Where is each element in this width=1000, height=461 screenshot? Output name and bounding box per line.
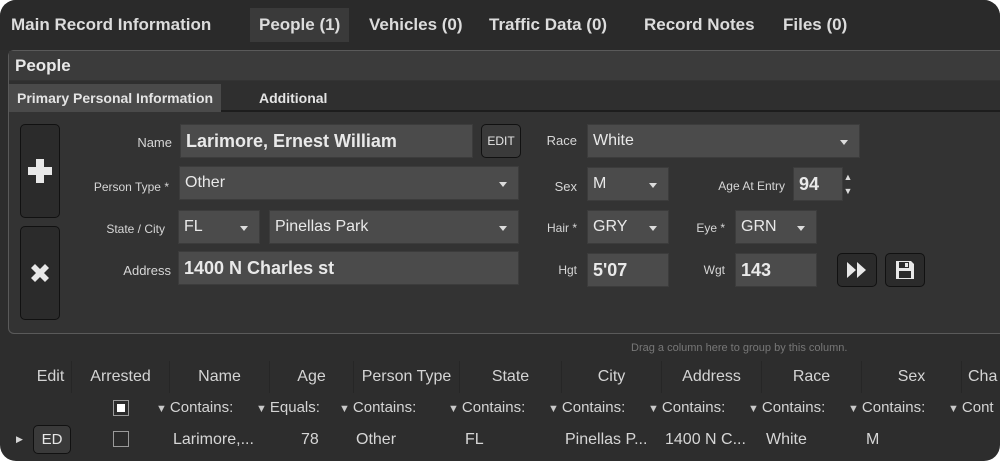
person-type-filter[interactable]: ▼ Contains: (339, 393, 451, 423)
name-filter[interactable]: ▼ Contains: (156, 393, 270, 423)
filter-icon: ▼ (448, 403, 459, 415)
delete-person-button[interactable] (20, 226, 60, 320)
filter-icon: ▼ (339, 403, 350, 415)
weight-label: Wgt (703, 263, 725, 277)
grid-filter-row: ▼ Contains: ▼ Equals: ▼ Contains: ▼ Contains… (0, 393, 1000, 423)
sex-filter[interactable]: ▼ Contains: (848, 393, 962, 423)
column-header-city[interactable]: City (562, 361, 662, 393)
tab-traffic-data[interactable]: Traffic Data (0) (480, 8, 616, 42)
column-header-edit[interactable]: Edit (30, 361, 72, 393)
height-field[interactable]: 5'07 (587, 253, 669, 287)
column-header-person-type[interactable]: Person Type (354, 361, 460, 393)
person-type-label: Person Type * (93, 180, 169, 194)
city-filter[interactable]: ▼ Contains: (548, 393, 662, 423)
arrested-filter-checkbox[interactable] (113, 400, 129, 416)
filter-icon: ▼ (948, 403, 959, 415)
people-panel-title: People (9, 51, 1000, 80)
tab-main-record-information[interactable]: Main Record Information (2, 8, 220, 42)
address-filter[interactable]: ▼ Contains: (648, 393, 762, 423)
age-at-entry-field[interactable]: 94 (793, 167, 843, 201)
race-select[interactable]: White (587, 124, 860, 158)
column-header-sex[interactable]: Sex (862, 361, 962, 393)
column-header-cha[interactable]: Cha (962, 361, 1000, 393)
row-race: White (766, 431, 807, 448)
row-arrested-checkbox[interactable] (113, 431, 129, 447)
group-by-hint: Drag a column here to group by this colu… (631, 342, 848, 354)
age-filter[interactable]: ▼ Equals: (256, 393, 346, 423)
name-field[interactable]: Larimore, Ernest William (180, 124, 473, 158)
row-indicator-icon: ▶ (16, 434, 23, 444)
row-address: 1400 N C... (665, 431, 746, 448)
subtab-additional[interactable]: Additional (251, 84, 335, 112)
filter-icon: ▼ (848, 403, 859, 415)
save-button[interactable] (885, 253, 925, 287)
state-select[interactable]: FL (178, 210, 260, 244)
eye-select[interactable]: GRN (735, 210, 817, 244)
column-header-arrested[interactable]: Arrested (72, 361, 170, 393)
state-filter[interactable]: ▼ Contains: (448, 393, 562, 423)
row-sex: M (866, 431, 880, 448)
state-city-label: State / City (106, 222, 165, 236)
row-age: 78 (301, 431, 319, 448)
filter-icon: ▼ (748, 403, 759, 415)
race-filter[interactable]: ▼ Contains: (748, 393, 862, 423)
tab-people[interactable]: People (1) (250, 8, 350, 42)
app-window: Main Record Information People (1) Vehic… (0, 0, 1000, 461)
filter-icon: ▼ (548, 403, 559, 415)
city-select[interactable]: Pinellas Park (269, 210, 519, 244)
person-type-select[interactable]: Other (179, 166, 519, 200)
filter-icon: ▼ (256, 403, 267, 415)
sex-label: Sex (554, 179, 577, 194)
column-header-state[interactable]: State (460, 361, 562, 393)
sex-select[interactable]: M (587, 167, 669, 201)
row-state: FL (465, 431, 484, 448)
weight-field[interactable]: 143 (735, 253, 817, 287)
column-header-age[interactable]: Age (270, 361, 354, 393)
height-label: Hgt (558, 263, 577, 277)
people-panel: People Primary Personal Information Addi… (8, 50, 1000, 334)
column-header-race[interactable]: Race (762, 361, 862, 393)
spinner-down-icon[interactable]: ▼ (841, 184, 855, 198)
edit-name-button[interactable]: EDIT (481, 124, 521, 158)
cha-filter[interactable]: ▼ Cont (948, 393, 1000, 423)
name-label: Name (137, 135, 172, 150)
row-city: Pinellas P... (565, 431, 648, 448)
record-tabs: Main Record Information People (1) Vehic… (0, 0, 1000, 50)
filter-icon: ▼ (648, 403, 659, 415)
spinner-up-icon[interactable]: ▲ (841, 170, 855, 184)
hair-label: Hair * (546, 221, 577, 235)
tab-files[interactable]: Files (0) (774, 8, 856, 42)
table-row[interactable]: ▶ ED Larimore,... 78 Other FL Pinellas P… (0, 424, 1000, 455)
age-spinner[interactable]: ▲ ▼ (841, 170, 855, 198)
address-label: Address (123, 263, 171, 278)
column-header-address[interactable]: Address (662, 361, 762, 393)
plus-icon (28, 159, 52, 183)
next-record-button[interactable] (837, 253, 877, 287)
people-subtabs: Primary Personal Information Additional (9, 81, 1000, 112)
close-x-icon (31, 264, 49, 282)
row-edit-button[interactable]: ED (33, 425, 71, 454)
grid-header: Edit Arrested Name Age Person Type State… (0, 361, 1000, 393)
tab-record-notes[interactable]: Record Notes (635, 8, 764, 42)
address-field[interactable]: 1400 N Charles st (178, 251, 519, 285)
hair-select[interactable]: GRY (587, 210, 669, 244)
filter-icon: ▼ (156, 403, 167, 415)
subtab-primary-personal-information[interactable]: Primary Personal Information (9, 84, 222, 112)
row-person-type: Other (356, 431, 397, 448)
fast-forward-icon (847, 262, 866, 278)
row-name: Larimore,... (173, 431, 254, 448)
floppy-disk-icon (896, 261, 914, 279)
age-at-entry-label: Age At Entry (718, 179, 785, 193)
race-label: Race (546, 133, 577, 148)
column-header-name[interactable]: Name (170, 361, 270, 393)
eye-label: Eye * (696, 221, 725, 235)
add-person-button[interactable] (20, 124, 60, 218)
tab-vehicles[interactable]: Vehicles (0) (360, 8, 472, 42)
